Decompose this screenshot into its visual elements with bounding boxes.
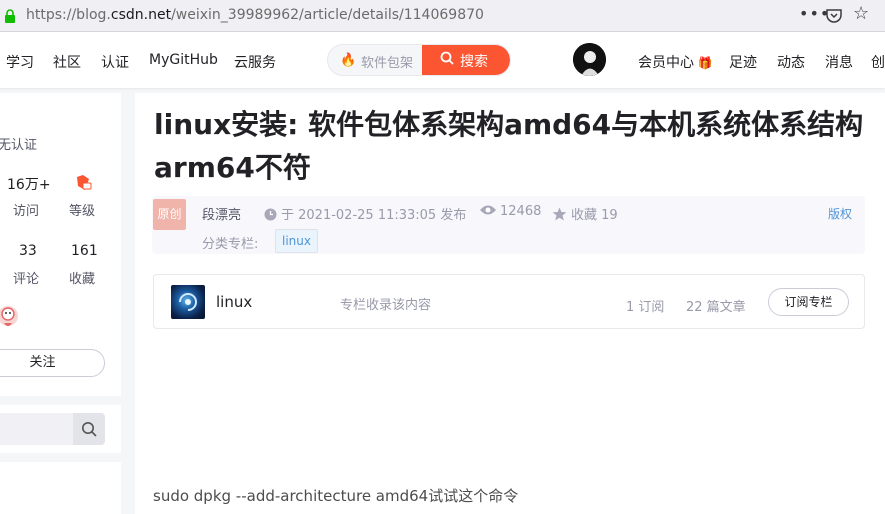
- search-icon: [440, 51, 454, 65]
- column-label: 专栏收录该内容: [340, 298, 432, 313]
- subscribe-column-button[interactable]: 订阅专栏: [768, 288, 849, 316]
- url-domain: csdn.net: [110, 7, 172, 23]
- category-tag-linux[interactable]: linux: [275, 229, 318, 253]
- view-count-text: 12468: [500, 204, 542, 219]
- column-subscriptions: 1 订阅: [626, 300, 665, 315]
- achievement-badge-icon: [0, 306, 18, 326]
- nav-link-create[interactable]: 创: [871, 52, 885, 72]
- origin-badge: 原创: [153, 199, 186, 230]
- search-input[interactable]: 软件包架: [361, 52, 421, 71]
- star-icon[interactable]: ☆: [853, 3, 869, 24]
- comments-label: 评论: [13, 272, 40, 287]
- favorites-label: 收藏: [69, 272, 96, 287]
- url-prefix: https://blog.: [26, 7, 111, 23]
- gift-icon: 🎁: [694, 56, 713, 70]
- sidebar-search-input[interactable]: [0, 413, 105, 445]
- browser-tools: ••• ☆: [755, 3, 885, 28]
- search-button[interactable]: 搜索: [422, 45, 510, 75]
- nav-link-community[interactable]: 社区: [53, 52, 81, 72]
- view-count: 12468: [480, 204, 541, 219]
- level-badge-icon: [77, 175, 92, 190]
- lock-icon: [5, 9, 15, 23]
- search-icon: [82, 422, 97, 437]
- author-link[interactable]: 段漂亮: [202, 204, 241, 223]
- nav-link-certification[interactable]: 认证: [101, 52, 129, 72]
- user-avatar[interactable]: [573, 43, 606, 76]
- site-search: 🔥 软件包架 搜索: [327, 44, 511, 76]
- eye-icon: [480, 205, 496, 215]
- browser-url-bar: https://blog.csdn.net/weixin_39989962/ar…: [0, 0, 885, 32]
- visits-value: 16万+: [7, 177, 51, 193]
- comments-value: 33: [19, 243, 37, 259]
- sidebar-search-card: [0, 405, 121, 453]
- column-article-count: 22 篇文章: [686, 300, 746, 315]
- search-button-label: 搜索: [460, 54, 488, 70]
- author-profile-card: 无认证 16万+ 访问 等级 33 评论 161 收藏 关注: [0, 93, 121, 396]
- favorites-value: 161: [71, 243, 98, 259]
- cert-status: 无认证: [0, 138, 38, 153]
- collect-count-text: 收藏 19: [571, 208, 618, 223]
- publish-time-text: 于 2021-02-25 11:33:05 发布: [281, 208, 467, 223]
- member-center-label: 会员中心: [638, 55, 694, 71]
- article-meta: 原创 段漂亮 于 2021-02-25 11:33:05 发布 12468 收藏…: [152, 196, 865, 254]
- nav-link-activity[interactable]: 动态: [777, 52, 805, 72]
- pocket-icon[interactable]: [826, 9, 842, 23]
- nav-link-footprint[interactable]: 足迹: [729, 52, 757, 72]
- site-top-nav: 学习 社区 认证 MyGitHub 云服务 🔥 软件包架 搜索 会员中心 🎁 足…: [0, 32, 885, 88]
- publish-time: 于 2021-02-25 11:33:05 发布: [264, 204, 466, 223]
- article-title: linux安装: 软件包体系架构amd64与本机系统体系结构arm64不符: [154, 108, 864, 184]
- article-main: linux安装: 软件包体系架构amd64与本机系统体系结构arm64不符 原创…: [135, 93, 885, 514]
- sidebar-next-card: [0, 462, 121, 514]
- column-thumbnail: [171, 285, 205, 319]
- follow-button[interactable]: 关注: [0, 349, 105, 377]
- clock-icon: [264, 208, 277, 221]
- nav-link-member-center[interactable]: 会员中心 🎁: [638, 52, 713, 72]
- sidebar-search-button[interactable]: [73, 413, 105, 445]
- url-path: /weixin_39989962/article/details/1140698…: [171, 7, 484, 23]
- hot-flame-icon: 🔥: [340, 53, 357, 68]
- nav-link-cloud[interactable]: 云服务: [234, 52, 276, 72]
- column-name[interactable]: linux: [216, 293, 252, 311]
- nav-link-study[interactable]: 学习: [6, 52, 34, 72]
- column-card[interactable]: linux 专栏收录该内容 1 订阅 22 篇文章 订阅专栏: [153, 274, 865, 329]
- nav-link-mygithub[interactable]: MyGitHub: [149, 52, 218, 68]
- nav-link-messages[interactable]: 消息: [825, 52, 853, 72]
- article-body-paragraph: sudo dpkg --add-architecture amd64试试这个命令: [153, 487, 519, 505]
- category-label: 分类专栏:: [202, 237, 259, 252]
- collect-star-icon: [552, 207, 567, 221]
- level-label: 等级: [69, 204, 96, 219]
- collect-count[interactable]: 收藏 19: [552, 204, 618, 223]
- visits-label: 访问: [13, 204, 40, 219]
- url-field[interactable]: https://blog.csdn.net/weixin_39989962/ar…: [26, 7, 484, 23]
- copyright-link[interactable]: 版权: [828, 205, 852, 222]
